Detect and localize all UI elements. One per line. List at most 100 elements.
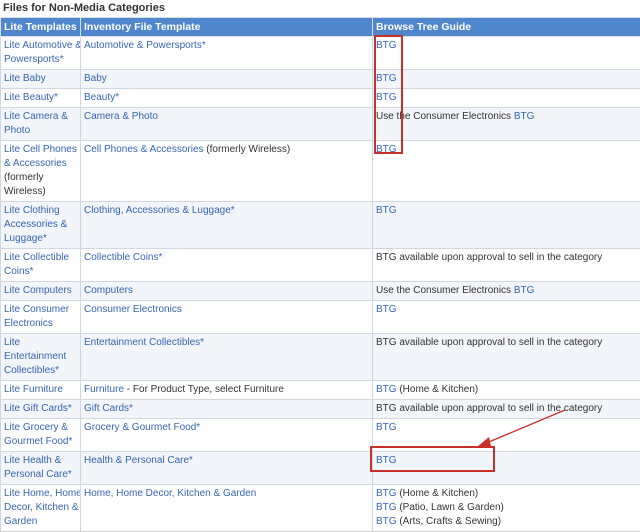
inventory-template-link[interactable]: Camera & Photo	[84, 111, 158, 122]
btg-link[interactable]: BTG	[376, 422, 397, 433]
lite-template-link[interactable]: Lite Beauty*	[4, 91, 77, 105]
lite-template-link[interactable]: Lite	[4, 336, 77, 350]
inventory-template-cell: Entertainment Collectibles*	[81, 334, 373, 381]
lite-template-link[interactable]: Decor, Kitchen &	[4, 501, 77, 515]
lite-template-link[interactable]: Lite Health &	[4, 454, 77, 468]
inventory-template-cell: Health & Personal Care*	[81, 452, 373, 485]
lite-template-link[interactable]: Lite Cell Phones	[4, 143, 77, 157]
lite-template-link[interactable]: & Accessories	[4, 157, 77, 171]
inventory-template-link[interactable]: Furniture	[84, 384, 124, 395]
inventory-template-link[interactable]: Gift Cards*	[84, 403, 133, 414]
lite-template-link[interactable]: Lite Furniture	[4, 383, 77, 397]
btg-link[interactable]: BTG	[376, 144, 397, 155]
browse-tree-guide-line: BTG	[376, 143, 637, 157]
lite-template-note: Wireless)	[4, 185, 77, 199]
inventory-template-link[interactable]: Health & Personal Care*	[84, 455, 193, 466]
inventory-template-link[interactable]: Baby	[84, 73, 107, 84]
btg-link[interactable]: BTG	[376, 304, 397, 315]
table-row: Lite Grocery &Gourmet Food* Grocery & Gou…	[1, 419, 640, 452]
lite-template-link[interactable]: Collectibles*	[4, 364, 77, 378]
lite-template-link[interactable]: Lite Computers	[4, 284, 77, 298]
btg-link[interactable]: BTG	[376, 92, 397, 103]
table-row: Lite Beauty* Beauty* BTG	[1, 89, 640, 108]
lite-template-link[interactable]: Accessories &	[4, 218, 77, 232]
btg-link[interactable]: BTG	[376, 205, 397, 216]
btg-link[interactable]: BTG	[376, 384, 397, 395]
lite-template-link[interactable]: Lite Grocery &	[4, 421, 77, 435]
lite-template-cell: LiteEntertainmentCollectibles*	[1, 334, 81, 381]
lite-template-link[interactable]: Electronics	[4, 317, 77, 331]
inventory-template-cell: Grocery & Gourmet Food*	[81, 419, 373, 452]
lite-template-cell: Lite Computers	[1, 282, 81, 301]
inventory-template-link[interactable]: Computers	[84, 285, 133, 296]
lite-template-link[interactable]: Lite Automotive &	[4, 39, 77, 53]
inventory-template-cell: Consumer Electronics	[81, 301, 373, 334]
browse-tree-guide-line: BTG (Home & Kitchen)	[376, 383, 637, 397]
lite-template-cell: Lite ClothingAccessories &Luggage*	[1, 202, 81, 249]
browse-tree-guide-line: BTG	[376, 303, 637, 317]
lite-template-link[interactable]: Entertainment	[4, 350, 77, 364]
browse-tree-guide-category: (Patio, Lawn & Garden)	[397, 502, 504, 513]
browse-tree-guide-text: BTG available upon approval to sell in t…	[376, 337, 602, 348]
btg-link[interactable]: BTG	[376, 516, 397, 527]
btg-link[interactable]: BTG	[376, 455, 397, 466]
btg-link[interactable]: BTG	[376, 488, 397, 499]
btg-link[interactable]: BTG	[376, 73, 397, 84]
lite-template-link[interactable]: Luggage*	[4, 232, 77, 246]
btg-link[interactable]: BTG	[376, 502, 397, 513]
inventory-template-note: (formerly Wireless)	[204, 144, 291, 155]
inventory-template-link[interactable]: Collectible Coins*	[84, 252, 162, 263]
lite-template-link[interactable]: Powersports*	[4, 53, 77, 67]
table-row: Lite Gift Cards*Gift Cards*BTG available…	[1, 400, 640, 419]
lite-template-link[interactable]: Lite Collectible	[4, 251, 77, 265]
lite-template-link[interactable]: Photo	[4, 124, 77, 138]
table-row: Lite FurnitureFurniture - For Product Ty…	[1, 381, 640, 400]
header-inventory-file-template: Inventory File Template	[81, 18, 373, 37]
btg-link[interactable]: BTG	[376, 40, 397, 51]
inventory-template-link[interactable]: Clothing, Accessories & Luggage*	[84, 205, 235, 216]
lite-template-link[interactable]: Lite Clothing	[4, 204, 77, 218]
table-row: Lite CollectibleCoins* Collectible Coins*…	[1, 249, 640, 282]
inventory-template-cell: Automotive & Powersports*	[81, 37, 373, 70]
lite-template-link[interactable]: Coins*	[4, 265, 77, 279]
inventory-template-link[interactable]: Home, Home Decor, Kitchen & Garden	[84, 488, 256, 499]
inventory-template-link[interactable]: Automotive & Powersports*	[84, 40, 206, 51]
inventory-template-link[interactable]: Grocery & Gourmet Food*	[84, 422, 200, 433]
browse-tree-guide-cell: BTG	[373, 202, 640, 249]
lite-template-link[interactable]: Gourmet Food*	[4, 435, 77, 449]
table-row: Lite Home, HomeDecor, Kitchen &Garden Hom…	[1, 485, 640, 532]
browse-tree-guide-text: BTG available upon approval to sell in t…	[376, 252, 602, 263]
browse-tree-guide-line: Use the Consumer Electronics BTG	[376, 284, 637, 298]
browse-tree-guide-cell: BTG (Home & Kitchen)BTG (Patio, Lawn & G…	[373, 485, 640, 532]
lite-template-link[interactable]: Lite Home, Home	[4, 487, 77, 501]
inventory-template-link[interactable]: Cell Phones & Accessories	[84, 144, 204, 155]
browse-tree-guide-line: Use the Consumer Electronics BTG	[376, 110, 637, 124]
inventory-template-cell: Camera & Photo	[81, 108, 373, 141]
header-lite-templates: Lite Templates	[1, 18, 81, 37]
lite-template-link[interactable]: Lite Gift Cards*	[4, 402, 77, 416]
lite-template-link[interactable]: Personal Care*	[4, 468, 77, 482]
browse-tree-guide-category: (Home & Kitchen)	[397, 488, 479, 499]
inventory-template-cell: Computers	[81, 282, 373, 301]
browse-tree-guide-line: BTG	[376, 39, 637, 53]
browse-tree-guide-text: Use the Consumer Electronics	[376, 285, 514, 296]
inventory-template-link[interactable]: Consumer Electronics	[84, 304, 182, 315]
browse-tree-guide-line: BTG (Patio, Lawn & Garden)	[376, 501, 637, 515]
table-row: Lite Computers Computers Use the Consumer …	[1, 282, 640, 301]
lite-template-link[interactable]: Garden	[4, 515, 77, 529]
inventory-template-cell: Gift Cards*	[81, 400, 373, 419]
table-row: Lite Health &Personal Care* Health & Pers…	[1, 452, 640, 485]
browse-tree-guide-line: BTG (Arts, Crafts & Sewing)	[376, 515, 637, 529]
inventory-template-link[interactable]: Beauty*	[84, 92, 119, 103]
browse-tree-guide-category: (Home & Kitchen)	[397, 384, 479, 395]
page-title: Files for Non-Media Categories	[0, 0, 640, 17]
browse-tree-guide-cell: BTG available upon approval to sell in t…	[373, 249, 640, 282]
inventory-template-cell: Beauty*	[81, 89, 373, 108]
btg-link[interactable]: BTG	[514, 285, 535, 296]
lite-template-link[interactable]: Lite Baby	[4, 72, 77, 86]
lite-template-link[interactable]: Lite Consumer	[4, 303, 77, 317]
lite-template-link[interactable]: Lite Camera &	[4, 110, 77, 124]
inventory-template-link[interactable]: Entertainment Collectibles*	[84, 337, 204, 348]
lite-template-cell: Lite Beauty*	[1, 89, 81, 108]
btg-link[interactable]: BTG	[514, 111, 535, 122]
